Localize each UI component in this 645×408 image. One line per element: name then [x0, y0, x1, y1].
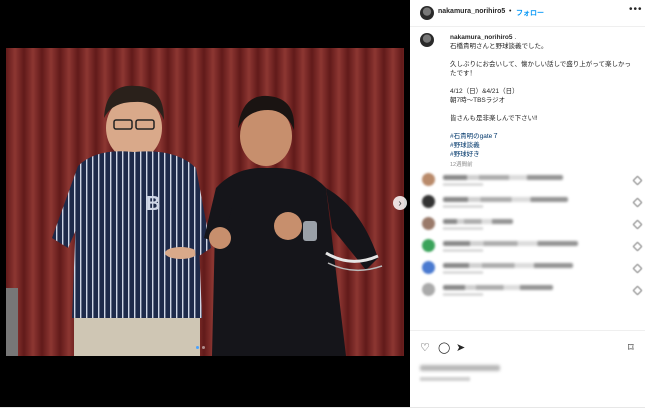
like-count-redacted [420, 365, 500, 371]
post-date-redacted [420, 377, 470, 381]
comment-text-redacted [443, 197, 568, 202]
chevron-right-icon[interactable]: › [393, 196, 407, 210]
follow-button[interactable]: フォロー [516, 8, 544, 18]
caption-text: nakamura_norihiro5 . 石橋貴明さんと野球談義でした。 久しぶ… [450, 33, 640, 170]
post-header: nakamura_norihiro5 • フォロー ••• [410, 0, 645, 27]
comment-text-redacted [443, 241, 578, 246]
comment-item [416, 280, 645, 302]
separator-dot: • [509, 8, 512, 15]
post-side-panel: nakamura_norihiro5 • フォロー ••• nakamura_n… [410, 0, 645, 407]
comment-icon[interactable]: ◯ [438, 341, 450, 354]
heart-icon[interactable] [632, 197, 643, 208]
hashtag-link[interactable]: #石貴明のgate７ [450, 132, 640, 141]
media-panel: B › [0, 0, 410, 407]
avatar[interactable] [422, 261, 435, 274]
instagram-post-window: B › nakamura_norihiro5 • フォロー ••• nakamu… [0, 0, 645, 407]
caption-line: 石橋貴明さんと野球談義でした。 [450, 43, 548, 50]
avatar[interactable] [422, 217, 435, 230]
comment-list [416, 170, 645, 302]
heart-icon[interactable]: ♡ [420, 341, 430, 354]
caption-line: 久しぶりにお会いして、懐かしい話しで盛り上がって楽しかっ [450, 61, 631, 68]
header-username[interactable]: nakamura_norihiro5 [438, 8, 505, 15]
bookmark-icon[interactable]: ⌑ [628, 341, 634, 354]
avatar[interactable] [422, 239, 435, 252]
caption-avatar[interactable] [420, 33, 434, 47]
post-age: 12週間前 [450, 162, 473, 168]
comment-item [416, 258, 645, 280]
comment-text-redacted [443, 219, 513, 224]
caption-line: 皆さんも是非楽しんで下さい‼ [450, 115, 538, 122]
caption-line: たです！ [450, 70, 476, 77]
comment-text-redacted [443, 263, 573, 268]
more-options-icon[interactable]: ••• [629, 4, 643, 15]
caption-line: 4/12（日）&4/21（日） [450, 88, 519, 95]
heart-icon[interactable] [632, 219, 643, 230]
heart-icon[interactable] [632, 285, 643, 296]
comment-text-redacted [443, 285, 553, 290]
caption-suffix: . [514, 34, 517, 41]
hashtag-link[interactable]: #野球好き [450, 150, 640, 159]
comment-item [416, 214, 645, 236]
avatar[interactable] [422, 283, 435, 296]
comment-item [416, 236, 645, 258]
post-photo: B [6, 48, 404, 356]
svg-text:B: B [146, 193, 160, 215]
share-icon[interactable]: ➤ [456, 341, 465, 354]
hashtag-link[interactable]: #野球談義 [450, 141, 640, 150]
caption-line: 朝7時〜TBSラジオ [450, 97, 506, 104]
comment-text-redacted [443, 175, 563, 180]
comment-item [416, 192, 645, 214]
heart-icon[interactable] [632, 175, 643, 186]
action-bar: ♡ ◯ ➤ ⌑ [410, 330, 645, 408]
avatar[interactable] [420, 6, 434, 20]
avatar[interactable] [422, 195, 435, 208]
avatar[interactable] [422, 173, 435, 186]
heart-icon[interactable] [632, 263, 643, 274]
carousel-dots [196, 346, 205, 349]
comment-item [416, 170, 645, 192]
heart-icon[interactable] [632, 241, 643, 252]
caption-username[interactable]: nakamura_norihiro5 [450, 34, 513, 41]
